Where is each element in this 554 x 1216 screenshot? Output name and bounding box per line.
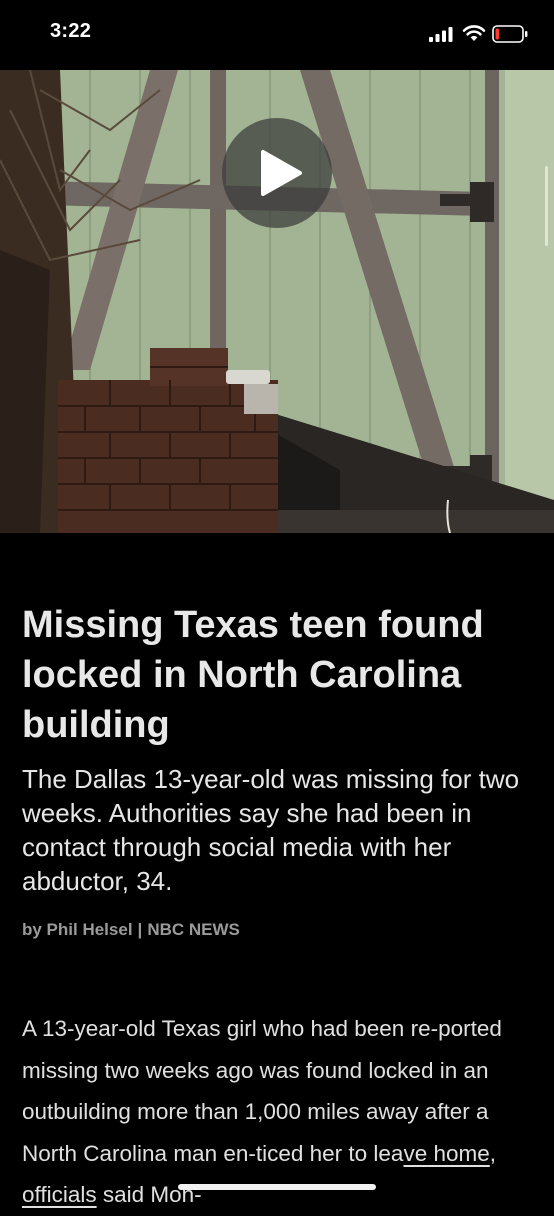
video-scroll-indicator — [545, 166, 548, 246]
wifi-icon — [462, 25, 486, 41]
article-headline: Missing Texas teen found locked in North… — [22, 604, 484, 746]
home-indicator[interactable] — [178, 1184, 376, 1190]
article-dek: The Dallas 13-year-old was missing for t… — [22, 764, 520, 896]
article-header: Missing Texas teen found locked in North… — [22, 600, 522, 940]
article-byline: by Phil Helsel | NBC NEWS — [22, 920, 522, 940]
status-bar: 3:22 — [0, 0, 554, 70]
play-icon — [261, 150, 302, 196]
signal-icon — [429, 27, 453, 42]
byline-author[interactable]: by Phil Helsel — [22, 920, 133, 939]
status-time: 3:22 — [50, 20, 92, 42]
body-link-home[interactable]: ve home — [403, 1141, 489, 1166]
play-button[interactable] — [222, 118, 332, 228]
body-text-mid: , — [489, 1140, 497, 1166]
byline-source[interactable]: NBC NEWS — [147, 920, 240, 939]
battery-icon — [492, 25, 528, 43]
video-player[interactable] — [0, 70, 554, 533]
byline-separator: | — [137, 920, 143, 939]
body-link-officials[interactable]: officials — [22, 1182, 97, 1207]
